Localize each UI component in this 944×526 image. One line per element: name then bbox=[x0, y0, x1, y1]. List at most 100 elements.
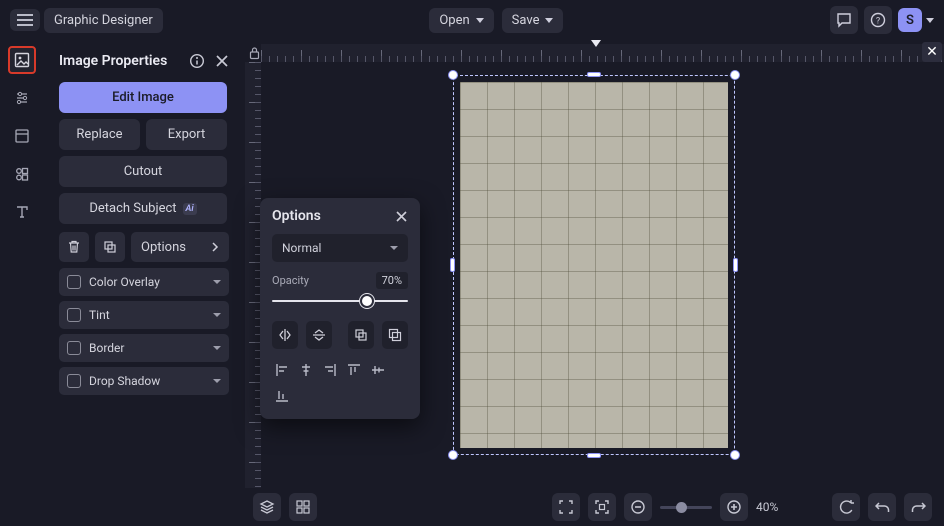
rail-text-tool[interactable] bbox=[8, 198, 36, 226]
align-top-icon bbox=[347, 363, 361, 377]
open-label: Open bbox=[439, 13, 469, 28]
cutout-button[interactable]: Cutout bbox=[59, 156, 227, 187]
sliders-icon bbox=[14, 90, 30, 106]
refresh-button[interactable] bbox=[832, 493, 860, 521]
slider-thumb[interactable] bbox=[360, 294, 374, 308]
redo-icon bbox=[911, 500, 926, 515]
resize-handle-l[interactable] bbox=[450, 258, 455, 272]
detach-subject-button[interactable]: Detach Subject Ai bbox=[59, 193, 227, 224]
rail-adjust-tool[interactable] bbox=[8, 84, 36, 112]
resize-handle-tl[interactable] bbox=[448, 70, 458, 80]
rail-image-tool[interactable] bbox=[8, 46, 36, 74]
undo-icon bbox=[875, 500, 890, 515]
drop-shadow-toggle[interactable]: Drop Shadow bbox=[59, 367, 229, 395]
grid-icon bbox=[296, 500, 310, 514]
border-toggle[interactable]: Border bbox=[59, 334, 229, 362]
app-title: Graphic Designer bbox=[44, 8, 163, 33]
zoom-value: 40% bbox=[756, 500, 786, 514]
popover-title: Options bbox=[272, 208, 321, 224]
chevron-down-icon bbox=[926, 18, 934, 23]
text-icon bbox=[14, 204, 30, 220]
ai-badge: Ai bbox=[183, 203, 197, 215]
zoom-slider[interactable] bbox=[660, 506, 712, 509]
main-menu-button[interactable] bbox=[10, 9, 40, 31]
resize-handle-br[interactable] bbox=[730, 450, 740, 460]
flip-vertical-button[interactable] bbox=[306, 321, 332, 349]
export-button[interactable]: Export bbox=[146, 119, 227, 150]
mask-button[interactable] bbox=[382, 321, 408, 349]
opacity-slider[interactable] bbox=[272, 293, 408, 309]
fit-button[interactable] bbox=[588, 493, 616, 521]
redo-button[interactable] bbox=[904, 493, 932, 521]
zoom-thumb[interactable] bbox=[676, 502, 687, 513]
blend-mode-select[interactable]: Normal bbox=[272, 234, 408, 262]
close-ruler-button[interactable]: ✕ bbox=[922, 42, 942, 62]
options-popover: Options Normal Opacity 70% bbox=[260, 198, 420, 419]
trash-icon bbox=[67, 240, 81, 254]
edit-image-button[interactable]: Edit Image bbox=[59, 82, 227, 113]
align-top-button[interactable] bbox=[344, 359, 364, 381]
grid-view-button[interactable] bbox=[289, 493, 317, 521]
align-right-icon bbox=[323, 363, 337, 377]
properties-panel: Image Properties Edit Image Replace Expo… bbox=[45, 40, 241, 526]
zoom-out-button[interactable] bbox=[624, 493, 652, 521]
rail-shapes-tool[interactable] bbox=[8, 160, 36, 188]
zoom-in-button[interactable] bbox=[720, 493, 748, 521]
fit-icon bbox=[595, 500, 609, 514]
close-icon bbox=[395, 210, 408, 223]
selected-image[interactable] bbox=[453, 75, 735, 455]
hamburger-icon bbox=[17, 14, 33, 26]
template-icon bbox=[14, 128, 30, 144]
opacity-label: Opacity bbox=[272, 274, 309, 287]
resize-handle-bl[interactable] bbox=[448, 450, 458, 460]
info-icon[interactable] bbox=[189, 53, 205, 69]
chevron-down-icon bbox=[476, 18, 484, 23]
delete-button[interactable] bbox=[59, 232, 89, 262]
fullscreen-button[interactable] bbox=[552, 493, 580, 521]
chevron-down-icon bbox=[213, 346, 221, 350]
align-right-button[interactable] bbox=[320, 359, 340, 381]
align-center-v-button[interactable] bbox=[368, 359, 388, 381]
align-left-icon bbox=[275, 363, 289, 377]
resize-handle-r[interactable] bbox=[733, 258, 738, 272]
flip-horizontal-button[interactable] bbox=[272, 321, 298, 349]
zoom-in-icon bbox=[726, 499, 742, 515]
chevron-right-icon bbox=[211, 242, 219, 252]
save-label: Save bbox=[512, 13, 540, 28]
blend-value: Normal bbox=[282, 241, 321, 255]
comments-button[interactable] bbox=[830, 6, 858, 34]
ruler-horizontal[interactable] bbox=[261, 44, 944, 62]
popover-close-button[interactable] bbox=[395, 210, 408, 223]
checkbox-icon bbox=[67, 308, 81, 322]
resize-handle-b[interactable] bbox=[587, 453, 601, 458]
tint-toggle[interactable]: Tint bbox=[59, 301, 229, 329]
chevron-down-icon bbox=[213, 313, 221, 317]
refresh-icon bbox=[839, 500, 854, 515]
comment-icon bbox=[836, 12, 852, 28]
undo-button[interactable] bbox=[868, 493, 896, 521]
resize-handle-t[interactable] bbox=[587, 72, 601, 77]
ruler-marker[interactable] bbox=[591, 40, 601, 47]
account-menu[interactable]: S bbox=[898, 8, 934, 32]
close-icon[interactable] bbox=[215, 54, 229, 68]
color-overlay-toggle[interactable]: Color Overlay bbox=[59, 268, 229, 296]
fullscreen-icon bbox=[559, 500, 573, 514]
shapes-icon bbox=[14, 166, 30, 182]
options-button[interactable]: Options bbox=[131, 232, 229, 262]
replace-button[interactable]: Replace bbox=[59, 119, 140, 150]
copy-button[interactable] bbox=[348, 321, 374, 349]
align-left-button[interactable] bbox=[272, 359, 292, 381]
duplicate-button[interactable] bbox=[95, 232, 125, 262]
help-button[interactable]: ? bbox=[864, 6, 892, 34]
layers-button[interactable] bbox=[253, 493, 281, 521]
chevron-down-icon bbox=[545, 18, 553, 23]
resize-handle-tr[interactable] bbox=[730, 70, 740, 80]
open-button[interactable]: Open bbox=[429, 8, 493, 33]
align-center-h-button[interactable] bbox=[296, 359, 316, 381]
rail-template-tool[interactable] bbox=[8, 122, 36, 150]
align-bottom-button[interactable] bbox=[272, 385, 292, 407]
chevron-down-icon bbox=[213, 280, 221, 284]
ruler-vertical[interactable] bbox=[245, 62, 261, 488]
lock-rulers-button[interactable] bbox=[245, 44, 263, 62]
save-button[interactable]: Save bbox=[502, 8, 564, 33]
